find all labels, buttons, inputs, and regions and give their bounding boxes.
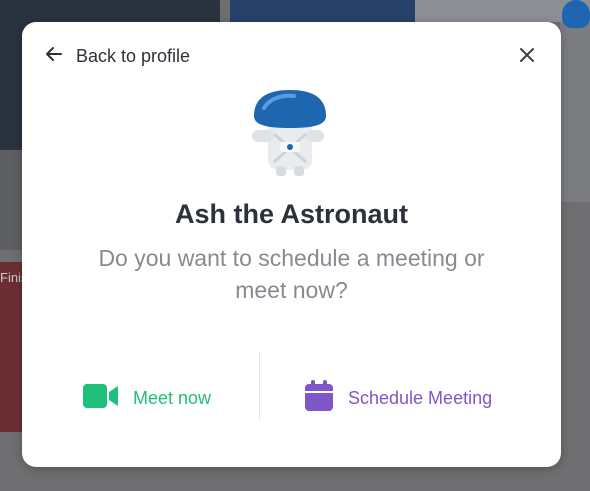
schedule-meeting-label: Schedule Meeting (348, 387, 493, 408)
calendar-icon (304, 379, 334, 417)
arrow-left-icon (44, 44, 64, 69)
close-button[interactable] (516, 46, 538, 68)
video-camera-icon (83, 383, 119, 414)
meet-now-button[interactable]: Meet now (83, 383, 211, 413)
back-to-profile-link[interactable]: Back to profile (44, 44, 190, 68)
meeting-question: Do you want to schedule a meeting or mee… (98, 245, 485, 303)
close-icon (519, 47, 535, 68)
background-panel (0, 150, 22, 250)
contact-name: Ash the Astronaut (174, 199, 408, 229)
meet-now-label: Meet now (133, 387, 212, 408)
schedule-meeting-button[interactable]: Schedule Meeting (304, 379, 493, 413)
actions-divider (259, 352, 260, 420)
background-avatar (562, 0, 590, 28)
back-to-profile-label: Back to profile (76, 45, 191, 66)
background-card (0, 262, 22, 432)
meeting-dialog: Back to profile Ash the Astronaut Do you… (22, 22, 561, 467)
background-panel (560, 22, 590, 202)
astronaut-avatar (246, 86, 334, 180)
background-panel (230, 0, 415, 22)
